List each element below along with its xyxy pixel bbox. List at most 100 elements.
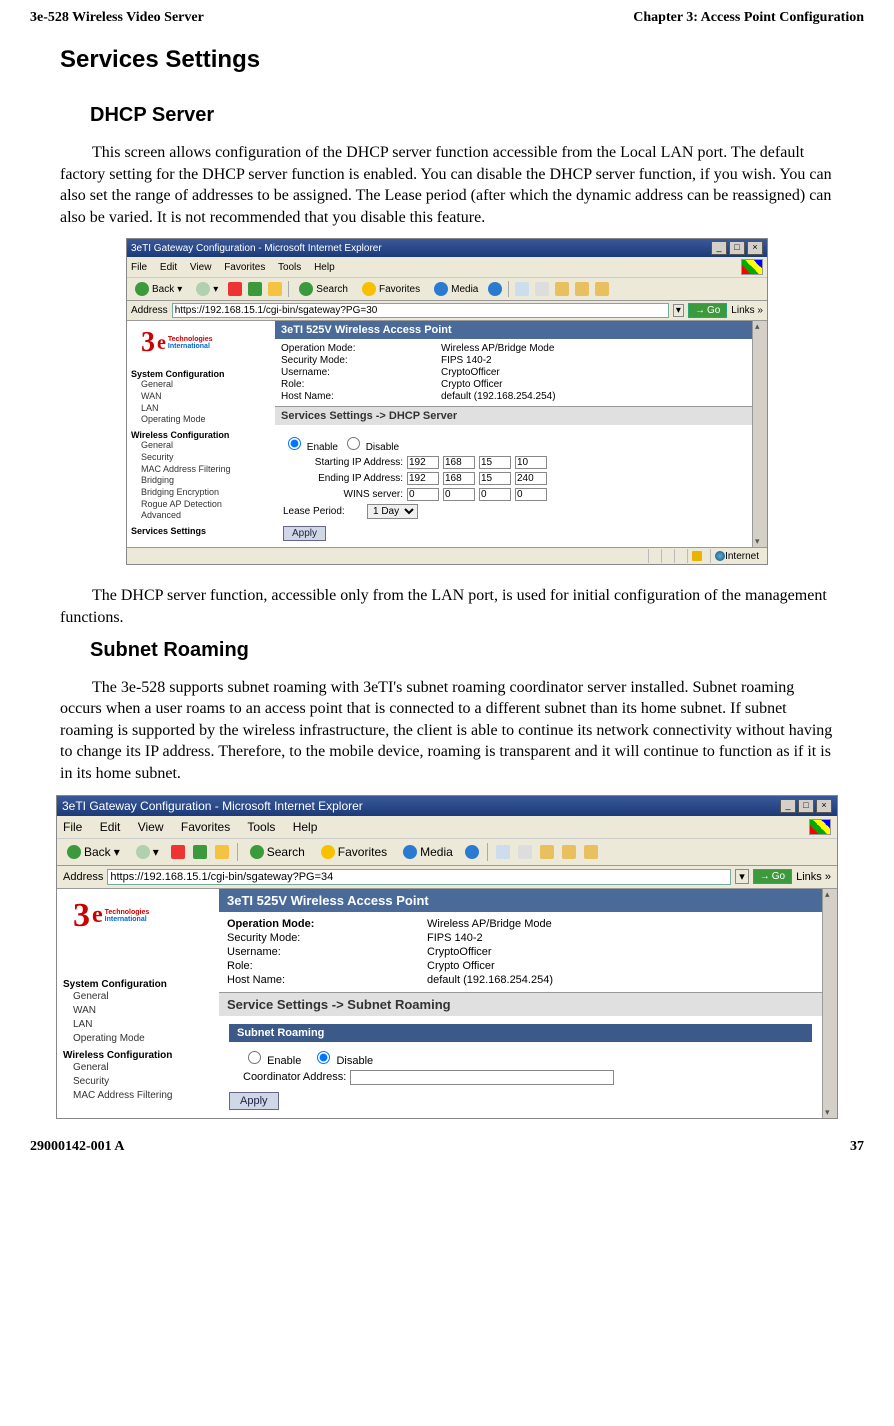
start-ip-2[interactable] xyxy=(443,456,475,469)
links-label[interactable]: Links » xyxy=(731,305,763,316)
nav-wireless-configuration[interactable]: Wireless Configuration xyxy=(63,1050,213,1061)
nav-wan[interactable]: WAN xyxy=(63,1004,213,1018)
refresh-icon[interactable] xyxy=(193,845,207,859)
favorites-button[interactable]: Favorites xyxy=(317,844,391,860)
address-input[interactable] xyxy=(107,869,731,885)
start-ip-1[interactable] xyxy=(407,456,439,469)
subnet-disable-radio[interactable]: Disable xyxy=(312,1048,373,1067)
forward-button[interactable]: ▾ xyxy=(192,281,222,297)
history-icon[interactable] xyxy=(488,282,502,296)
nav-w-general[interactable]: General xyxy=(63,1061,213,1075)
end-ip-3[interactable] xyxy=(479,472,511,485)
nav-operating-mode[interactable]: Operating Mode xyxy=(131,414,271,426)
address-dropdown[interactable]: ▾ xyxy=(673,304,684,317)
close-button[interactable]: × xyxy=(816,799,832,813)
toolbar-misc-icon-3[interactable] xyxy=(595,282,609,296)
coordinator-input[interactable] xyxy=(350,1070,614,1085)
close-button[interactable]: × xyxy=(747,241,763,255)
nav-system-configuration[interactable]: System Configuration xyxy=(131,369,271,379)
home-icon[interactable] xyxy=(215,845,229,859)
menu-edit[interactable]: Edit xyxy=(160,262,177,273)
wins-1[interactable] xyxy=(407,488,439,501)
refresh-icon[interactable] xyxy=(248,282,262,296)
end-ip-1[interactable] xyxy=(407,472,439,485)
media-button[interactable]: Media xyxy=(399,844,457,860)
scrollbar[interactable] xyxy=(752,321,767,547)
nav-wireless-configuration[interactable]: Wireless Configuration xyxy=(131,430,271,440)
nav-system-configuration[interactable]: System Configuration xyxy=(63,979,213,990)
nav-w-bridging-encryption[interactable]: Bridging Encryption xyxy=(131,487,271,499)
history-icon[interactable] xyxy=(465,845,479,859)
print-icon[interactable] xyxy=(535,282,549,296)
toolbar-misc-icon-1[interactable] xyxy=(540,845,554,859)
back-button[interactable]: Back ▾ xyxy=(63,844,124,860)
home-icon[interactable] xyxy=(268,282,282,296)
print-icon[interactable] xyxy=(518,845,532,859)
start-ip-3[interactable] xyxy=(479,456,511,469)
nav-w-bridging[interactable]: Bridging xyxy=(131,475,271,487)
menu-help[interactable]: Help xyxy=(293,820,318,834)
wins-2[interactable] xyxy=(443,488,475,501)
menu-view[interactable]: View xyxy=(190,262,212,273)
toolbar-misc-icon-2[interactable] xyxy=(562,845,576,859)
apply-button[interactable]: Apply xyxy=(283,526,326,541)
search-button[interactable]: Search xyxy=(246,844,309,860)
menu-tools[interactable]: Tools xyxy=(247,820,275,834)
go-button[interactable]: → Go xyxy=(688,303,727,318)
menu-help[interactable]: Help xyxy=(314,262,335,273)
nav-w-advanced[interactable]: Advanced xyxy=(131,510,271,522)
nav-lan[interactable]: LAN xyxy=(131,403,271,415)
end-ip-4[interactable] xyxy=(515,472,547,485)
end-ip-2[interactable] xyxy=(443,472,475,485)
toolbar-misc-icon-3[interactable] xyxy=(584,845,598,859)
menu-edit[interactable]: Edit xyxy=(100,820,121,834)
maximize-button[interactable]: □ xyxy=(798,799,814,813)
nav-general[interactable]: General xyxy=(131,379,271,391)
media-button[interactable]: Media xyxy=(430,281,482,297)
wins-4[interactable] xyxy=(515,488,547,501)
menu-favorites[interactable]: Favorites xyxy=(181,820,230,834)
toolbar-misc-icon-2[interactable] xyxy=(575,282,589,296)
address-input[interactable] xyxy=(172,303,669,318)
menu-file[interactable]: File xyxy=(63,820,82,834)
back-button[interactable]: Back ▾ xyxy=(131,281,186,297)
address-dropdown[interactable]: ▾ xyxy=(735,869,749,884)
mail-icon[interactable] xyxy=(515,282,529,296)
nav-operating-mode[interactable]: Operating Mode xyxy=(63,1032,213,1046)
nav-w-general[interactable]: General xyxy=(131,440,271,452)
subnet-enable-radio[interactable]: Enable xyxy=(243,1048,301,1067)
favorites-button[interactable]: Favorites xyxy=(358,281,424,297)
menu-view[interactable]: View xyxy=(138,820,164,834)
nav-wan[interactable]: WAN xyxy=(131,391,271,403)
scrollbar[interactable] xyxy=(822,889,837,1118)
nav-w-mac-filtering[interactable]: MAC Address Filtering xyxy=(63,1089,213,1103)
favorites-icon xyxy=(362,282,376,296)
forward-button[interactable]: ▾ xyxy=(132,844,163,860)
nav-w-rogue-ap[interactable]: Rogue AP Detection xyxy=(131,499,271,511)
disable-radio[interactable]: Disable xyxy=(342,434,399,453)
lease-select[interactable]: 1 Day xyxy=(367,504,418,519)
nav-general[interactable]: General xyxy=(63,990,213,1004)
menu-tools[interactable]: Tools xyxy=(278,262,301,273)
menu-favorites[interactable]: Favorites xyxy=(224,262,265,273)
minimize-button[interactable]: _ xyxy=(780,799,796,813)
search-button[interactable]: Search xyxy=(295,281,352,297)
enable-radio[interactable]: Enable xyxy=(283,434,338,453)
nav-services-settings[interactable]: Services Settings xyxy=(131,526,271,536)
start-ip-4[interactable] xyxy=(515,456,547,469)
nav-w-mac-filtering[interactable]: MAC Address Filtering xyxy=(131,464,271,476)
minimize-button[interactable]: _ xyxy=(711,241,727,255)
apply-button[interactable]: Apply xyxy=(229,1092,279,1110)
nav-lan[interactable]: LAN xyxy=(63,1018,213,1032)
nav-w-security[interactable]: Security xyxy=(131,452,271,464)
nav-w-security[interactable]: Security xyxy=(63,1075,213,1089)
mail-icon[interactable] xyxy=(496,845,510,859)
links-label[interactable]: Links » xyxy=(796,871,831,883)
maximize-button[interactable]: □ xyxy=(729,241,745,255)
stop-icon[interactable] xyxy=(171,845,185,859)
stop-icon[interactable] xyxy=(228,282,242,296)
menu-file[interactable]: File xyxy=(131,262,147,273)
go-button[interactable]: → Go xyxy=(753,869,792,884)
toolbar-misc-icon-1[interactable] xyxy=(555,282,569,296)
wins-3[interactable] xyxy=(479,488,511,501)
